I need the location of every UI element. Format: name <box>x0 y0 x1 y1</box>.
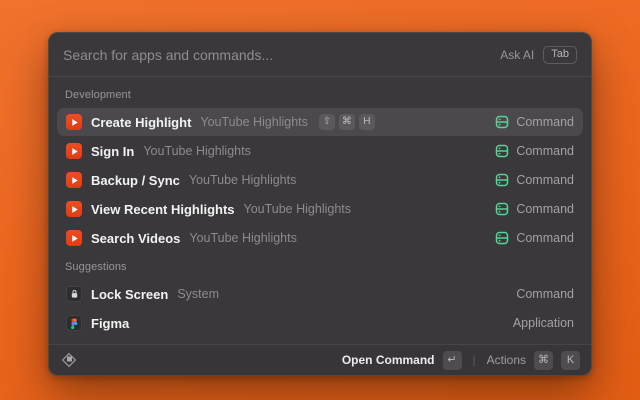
figma-icon <box>66 315 82 331</box>
list-item-view-recent-highlights[interactable]: View Recent Highlights YouTube Highlight… <box>57 195 583 223</box>
item-type: Command <box>516 173 574 187</box>
youtube-highlights-icon <box>66 201 82 217</box>
search-bar: Ask AI Tab <box>49 33 591 77</box>
item-type: Command <box>516 287 574 301</box>
section-title-development: Development <box>57 81 583 108</box>
item-type: Command <box>516 115 574 129</box>
cmd-key-icon: ⌘ <box>339 114 355 130</box>
item-subtitle: YouTube Highlights <box>200 115 307 129</box>
cmd-key-icon: ⌘ <box>534 351 553 370</box>
footer-divider: | <box>473 353 476 367</box>
shift-key-icon: ⇧ <box>319 114 335 130</box>
item-title: Backup / Sync <box>91 173 180 188</box>
item-type: Command <box>516 202 574 216</box>
youtube-highlights-icon <box>66 143 82 159</box>
item-type: Application <box>513 316 574 330</box>
h-key: H <box>359 114 375 130</box>
item-title: Sign In <box>91 144 134 159</box>
item-type: Command <box>516 144 574 158</box>
list-item-search-videos[interactable]: Search Videos YouTube Highlights Command <box>57 224 583 252</box>
lock-icon <box>66 286 82 302</box>
item-subtitle: YouTube Highlights <box>189 231 296 245</box>
item-type: Command <box>516 231 574 245</box>
item-subtitle: System <box>177 287 219 301</box>
list-item-figma[interactable]: Figma Application <box>57 309 583 337</box>
list-item-create-highlight[interactable]: Create Highlight YouTube Highlights ⇧ ⌘ … <box>57 108 583 136</box>
ask-ai-label[interactable]: Ask AI <box>500 48 534 62</box>
youtube-highlights-icon <box>66 114 82 130</box>
command-terminal-icon <box>495 173 509 187</box>
search-input[interactable] <box>63 47 500 63</box>
enter-key-icon: ↵ <box>443 351 462 370</box>
command-terminal-icon <box>495 202 509 216</box>
list-item-sign-in[interactable]: Sign In YouTube Highlights Command <box>57 137 583 165</box>
k-key: K <box>561 351 580 370</box>
open-command-button[interactable]: Open Command <box>342 353 435 367</box>
item-title: Lock Screen <box>91 287 168 302</box>
youtube-highlights-icon <box>66 230 82 246</box>
results-list: Development Create Highlight YouTube Hig… <box>49 77 591 344</box>
actions-button[interactable]: Actions <box>487 353 526 367</box>
raycast-logo <box>60 351 78 369</box>
footer-bar: Open Command ↵ | Actions ⌘ K <box>49 344 591 375</box>
list-item-lock-screen[interactable]: Lock Screen System Command <box>57 280 583 308</box>
list-item-backup-sync[interactable]: Backup / Sync YouTube Highlights Command <box>57 166 583 194</box>
item-title: Create Highlight <box>91 115 191 130</box>
youtube-highlights-icon <box>66 172 82 188</box>
launcher-window: Ask AI Tab Development Create Highlight … <box>48 32 592 376</box>
command-terminal-icon <box>495 144 509 158</box>
section-title-suggestions: Suggestions <box>57 253 583 280</box>
item-title: View Recent Highlights <box>91 202 235 217</box>
item-title: Figma <box>91 316 129 331</box>
item-shortcut: ⇧ ⌘ H <box>319 114 375 130</box>
item-subtitle: YouTube Highlights <box>189 173 296 187</box>
command-terminal-icon <box>495 115 509 129</box>
item-subtitle: YouTube Highlights <box>143 144 250 158</box>
command-terminal-icon <box>495 231 509 245</box>
item-subtitle: YouTube Highlights <box>244 202 351 216</box>
item-title: Search Videos <box>91 231 180 246</box>
tab-key-badge: Tab <box>543 46 577 64</box>
